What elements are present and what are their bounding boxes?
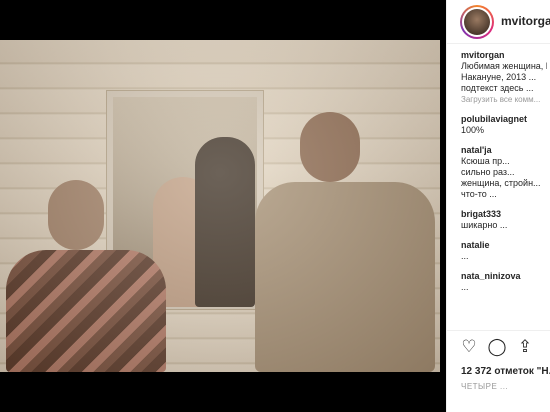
load-more-comments[interactable]: Загрузить все комм... [461,94,547,105]
comment-item: polubilaviagnet 100% [461,114,547,136]
comment-item: nata_ninizova ... [461,271,547,293]
caption-text: Любимая женщина, Инстаграм — моя жена... [461,61,547,71]
post-date: ЧЕТЫРЕ ... [461,382,509,391]
comment-text-4: что-то ... [461,189,497,199]
instagram-post-view: mvitorgan mvitorgan Любимая женщина, Инс… [0,0,550,412]
post-header: mvitorgan [447,0,550,44]
caption-username[interactable]: mvitorgan [461,50,547,61]
comments-list: mvitorgan Любимая женщина, Инстаграм — м… [461,50,547,320]
post-photo[interactable] [0,40,440,372]
comment-username[interactable]: natal'ja [461,145,547,156]
comment-text: ... [461,282,469,292]
comment-username[interactable]: natalie [461,240,547,251]
comment-username[interactable]: nata_ninizova [461,271,547,282]
comment-text: ... [461,251,469,261]
comment-text-3: женщина, стройн... [461,178,541,188]
share-icon[interactable]: ⇪ [515,337,535,357]
comment-item: natalie ... [461,240,547,262]
comment-text-2: сильно раз... [461,167,515,177]
likes-count[interactable]: 12 372 отметок "Н... [461,366,550,377]
comment-username[interactable]: brigat333 [461,209,547,220]
action-bar: ♡ ◯ ⇪ [447,330,550,364]
post-sidebar: mvitorgan mvitorgan Любимая женщина, Инс… [446,0,550,412]
comment-text: Ксюша пр... [461,156,510,166]
caption-text-2: Накануне, 2013 ... [461,72,537,82]
comment-item: natal'ja Ксюша пр... сильно раз... женщи… [461,145,547,200]
caption-text-3: подтекст здесь ... [461,83,534,93]
comment-text: шикарно ... [461,220,508,230]
avatar[interactable] [460,5,494,39]
heart-icon[interactable]: ♡ [459,337,479,357]
avatar-image [464,9,490,35]
caption: mvitorgan Любимая женщина, Инстаграм — м… [461,50,547,105]
username-link[interactable]: mvitorgan [501,14,550,28]
comment-text: 100% [461,125,485,135]
comment-username[interactable]: polubilaviagnet [461,114,547,125]
comment-item: brigat333 шикарно ... [461,209,547,231]
media-area [0,0,446,412]
comment-icon[interactable]: ◯ [487,337,507,357]
